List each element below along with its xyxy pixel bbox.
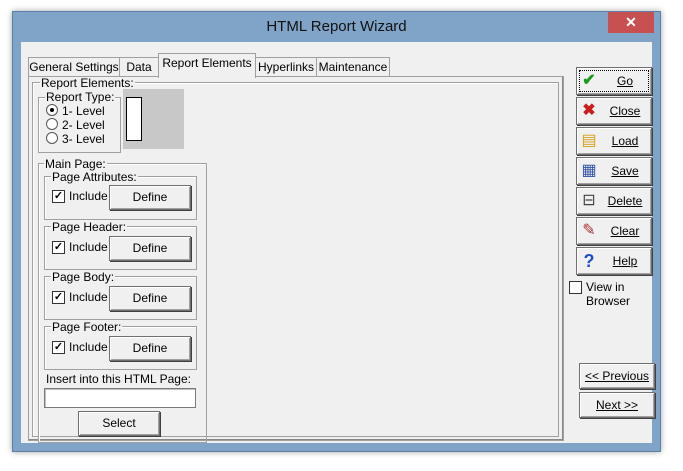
page-footer-define-button[interactable]: Define	[109, 336, 191, 361]
radio-2-level[interactable]: 2- Level	[46, 118, 105, 132]
tab-maintenance[interactable]: Maintenance	[316, 57, 390, 77]
check-icon: ✔	[582, 72, 596, 89]
include-label: Include	[69, 340, 108, 354]
delete-label: Delete	[607, 194, 643, 208]
include-label: Include	[69, 240, 108, 254]
radio-button[interactable]	[46, 104, 58, 116]
question-icon: ?	[583, 251, 595, 271]
report-type-preview	[123, 89, 184, 149]
radio-label: 1- Level	[62, 104, 105, 118]
close-button[interactable]: ✖ Close	[576, 97, 652, 125]
go-button[interactable]: ✔ Go	[576, 67, 652, 95]
page-attributes-define-button[interactable]: Define	[109, 185, 191, 210]
radio-button[interactable]	[46, 132, 58, 144]
page-footer-label: Page Footer:	[51, 320, 123, 334]
close-label: Close	[609, 104, 641, 118]
page-header-define-button[interactable]: Define	[109, 236, 191, 261]
load-label: Load	[611, 134, 639, 148]
save-button[interactable]: ▦ Save	[576, 157, 652, 185]
include-label: Include	[69, 189, 108, 203]
window-title: HTML Report Wizard	[266, 18, 407, 35]
title-bar: HTML Report Wizard ✕	[13, 12, 660, 42]
clear-label: Clear	[610, 224, 640, 238]
load-document-icon: ▤	[581, 132, 597, 149]
page-header-include-checkbox[interactable]: ✓	[52, 241, 65, 254]
tab-general-settings[interactable]: General Settings	[28, 57, 120, 77]
page-attributes-label: Page Attributes:	[51, 170, 138, 184]
save-document-icon: ▦	[581, 162, 597, 179]
delete-button[interactable]: ⊟ Delete	[576, 187, 652, 215]
next-button[interactable]: Next >>	[579, 392, 655, 418]
select-button[interactable]: Select	[78, 411, 160, 436]
include-label: Include	[69, 290, 108, 304]
trash-icon: ⊟	[582, 192, 596, 209]
radio-label: 3- Level	[62, 132, 105, 146]
save-label: Save	[611, 164, 639, 178]
previous-button[interactable]: << Previous	[579, 363, 655, 389]
radio-button[interactable]	[46, 118, 58, 130]
page-body-define-button[interactable]: Define	[109, 286, 191, 311]
report-elements-panel: Report Elements: Report Type: 1- Level 2…	[28, 76, 564, 443]
page-attributes-include-checkbox[interactable]: ✓	[52, 190, 65, 203]
view-in-browser-checkbox[interactable]	[569, 281, 582, 294]
report-type-label: Report Type:	[45, 90, 116, 104]
tab-report-elements[interactable]: Report Elements	[158, 53, 256, 78]
window-close-button[interactable]: ✕	[608, 12, 654, 33]
help-label: Help	[612, 254, 638, 268]
wizard-window: HTML Report Wizard ✕ General Settings Da…	[12, 11, 661, 452]
page-header-label: Page Header:	[51, 220, 128, 234]
insert-page-label: Insert into this HTML Page:	[46, 372, 191, 386]
go-label: Go	[616, 74, 633, 88]
main-page-label: Main Page:	[44, 157, 107, 171]
radio-3-level[interactable]: 3- Level	[46, 132, 105, 146]
view-in-browser-label: View in Browser	[586, 280, 631, 308]
page-body-label: Page Body:	[51, 270, 116, 284]
load-button[interactable]: ▤ Load	[576, 127, 652, 155]
close-x-icon: ✖	[582, 102, 596, 119]
preview-page-shape	[126, 97, 142, 141]
radio-label: 2- Level	[62, 118, 105, 132]
tab-hyperlinks[interactable]: Hyperlinks	[255, 57, 317, 77]
client-area: General Settings Data Report Elements Hy…	[21, 42, 655, 443]
broom-icon: ✎	[582, 222, 596, 239]
radio-1-level[interactable]: 1- Level	[46, 104, 105, 118]
page-body-include-checkbox[interactable]: ✓	[52, 291, 65, 304]
report-elements-label: Report Elements:	[40, 76, 135, 90]
help-button[interactable]: ? Help	[576, 247, 652, 275]
page-footer-include-checkbox[interactable]: ✓	[52, 341, 65, 354]
tab-data[interactable]: Data	[119, 57, 159, 77]
insert-page-input[interactable]	[44, 388, 196, 408]
clear-button[interactable]: ✎ Clear	[576, 217, 652, 245]
